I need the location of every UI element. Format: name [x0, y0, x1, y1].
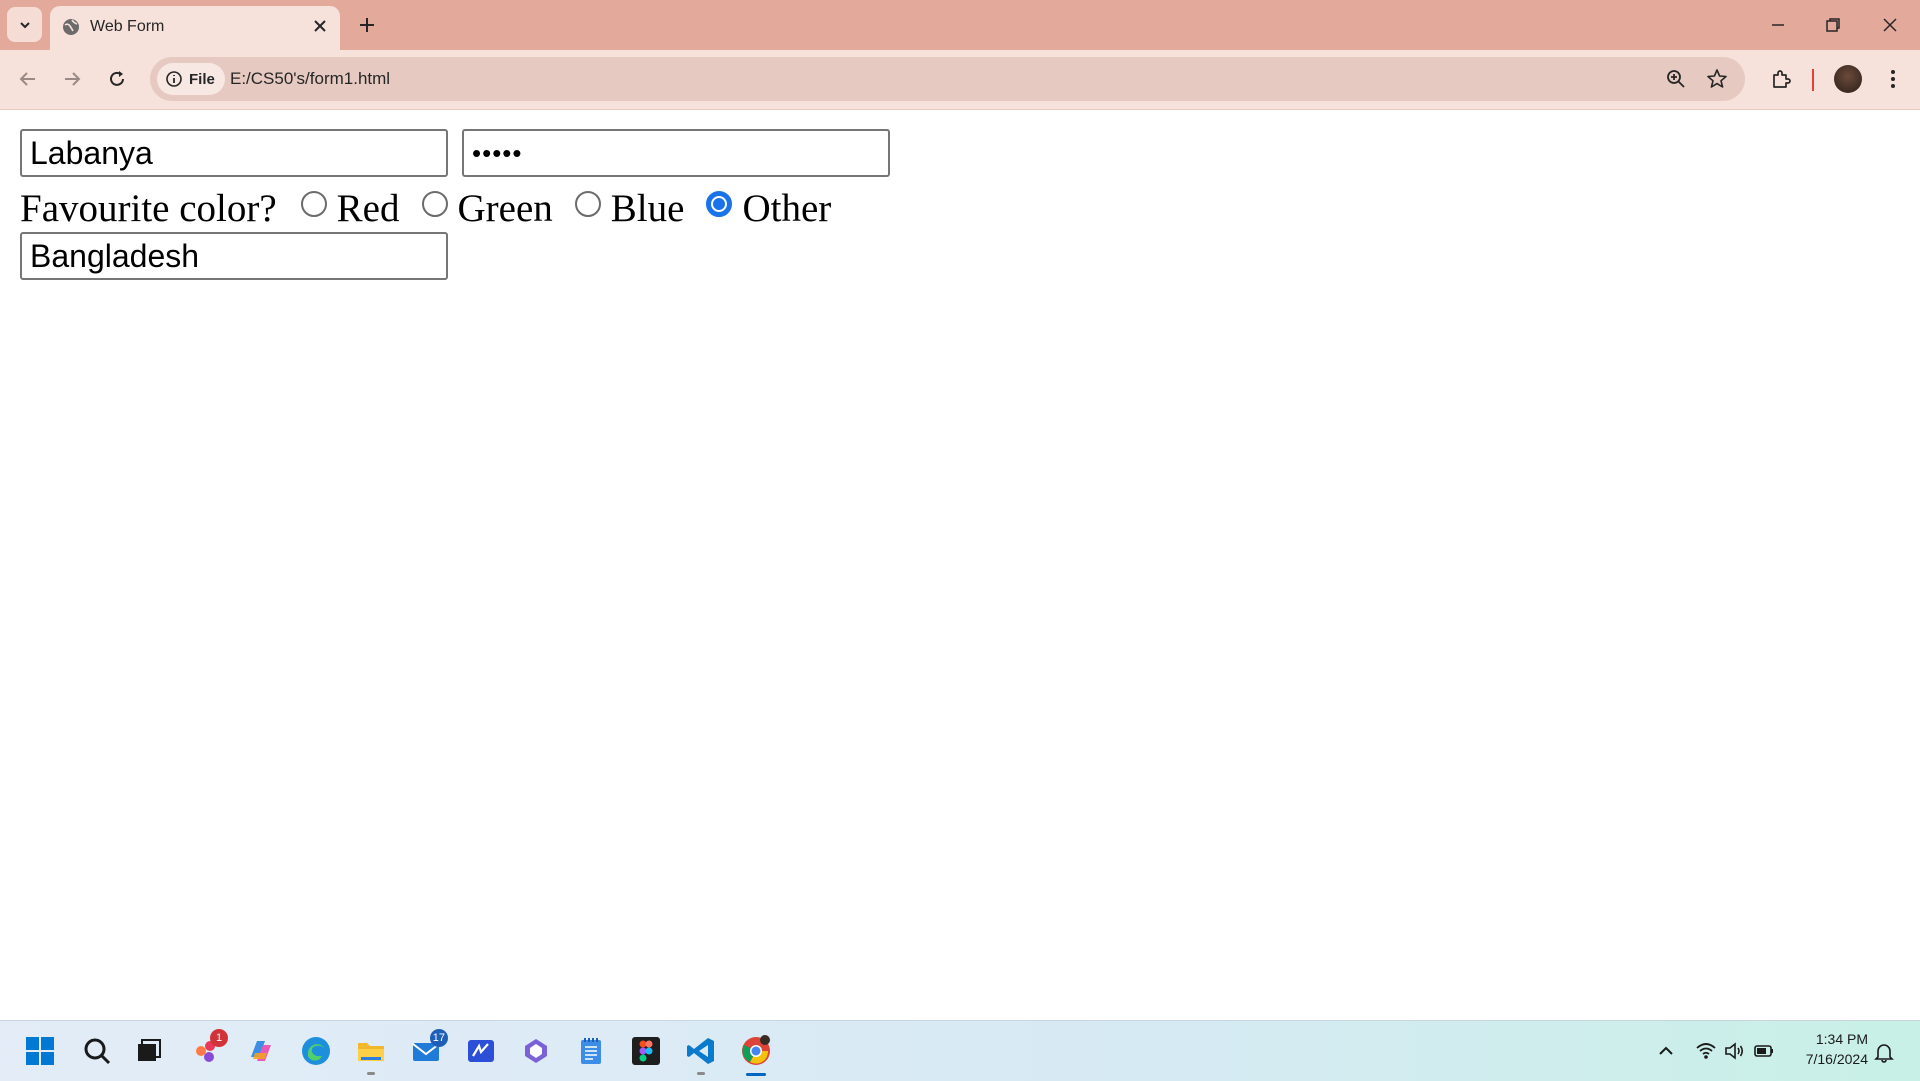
running-indicator: [697, 1072, 705, 1075]
back-arrow-icon[interactable]: [16, 67, 40, 91]
start-button[interactable]: [20, 1031, 60, 1071]
favourite-color-label: Favourite color?: [20, 186, 277, 230]
window-close-icon[interactable]: [1878, 13, 1902, 37]
clock-date: 7/16/2024: [1805, 1051, 1868, 1067]
site-chip-label: File: [189, 70, 215, 88]
zoom-icon[interactable]: [1665, 68, 1687, 90]
running-indicator: [367, 1072, 375, 1075]
close-icon[interactable]: [310, 16, 330, 36]
radio-blue-label: Blue: [610, 186, 685, 230]
wifi-icon[interactable]: [1695, 1040, 1717, 1062]
url-text[interactable]: E:/CS50's/form1.html: [230, 57, 390, 101]
radio-red-label: Red: [336, 186, 400, 230]
edge-browser-icon: [302, 1037, 330, 1065]
minimize-icon[interactable]: [1766, 13, 1790, 37]
chevron-down-icon: [19, 21, 30, 28]
radio-green-label: Green: [457, 186, 553, 230]
site-info-chip[interactable]: File: [157, 63, 225, 95]
battery-icon[interactable]: [1753, 1040, 1775, 1062]
radio-green[interactable]: [421, 191, 448, 217]
taskbar-app-vscode[interactable]: [681, 1031, 721, 1075]
tab-title: Web Form: [90, 18, 165, 35]
taskbar-app-file-explorer[interactable]: [351, 1031, 391, 1075]
whiteboard-icon: [468, 1040, 494, 1062]
notepad-icon: [581, 1038, 601, 1064]
taskbar-search-button[interactable]: [77, 1031, 117, 1071]
forward-arrow-icon[interactable]: [60, 67, 84, 91]
more-menu-icon[interactable]: [1881, 67, 1905, 91]
address-bar[interactable]: File E:/CS50's/form1.html: [150, 57, 1745, 101]
taskbar-app-edge[interactable]: [296, 1031, 336, 1071]
windows-logo-icon: [26, 1037, 54, 1065]
restore-icon[interactable]: [1821, 13, 1845, 37]
taskbar: 1 17 1:34 PM 7/16/2024: [0, 1020, 1920, 1081]
taskbar-app-copilot[interactable]: [241, 1031, 281, 1071]
browser-toolbar: File E:/CS50's/form1.html: [0, 50, 1920, 110]
teams-icon: [525, 1039, 547, 1063]
taskbar-app-teams[interactable]: [516, 1031, 556, 1071]
reload-icon[interactable]: [105, 67, 129, 91]
copilot-icon: [251, 1041, 271, 1061]
task-view-icon: [138, 1039, 161, 1061]
radio-red[interactable]: [300, 191, 327, 217]
country-input[interactable]: [20, 232, 448, 280]
search-icon: [84, 1038, 111, 1065]
task-view-button[interactable]: [129, 1031, 169, 1071]
name-input[interactable]: [20, 129, 448, 177]
profile-avatar[interactable]: [1834, 65, 1862, 93]
vscode-icon: [687, 1038, 714, 1064]
taskbar-app-notepad[interactable]: [571, 1031, 611, 1071]
taskbar-app-people[interactable]: 1: [186, 1029, 228, 1071]
folder-icon: [358, 1043, 384, 1061]
notification-badge: 1: [210, 1029, 228, 1047]
new-tab-plus-icon[interactable]: [355, 13, 379, 37]
taskbar-app-chrome[interactable]: [736, 1031, 776, 1076]
system-clock[interactable]: 1:34 PM 7/16/2024: [1788, 1029, 1868, 1069]
password-input[interactable]: [462, 129, 890, 177]
taskbar-app-mail[interactable]: 17: [406, 1029, 448, 1071]
taskbar-app-figma[interactable]: [626, 1031, 666, 1071]
clock-time: 1:34 PM: [1815, 1031, 1868, 1047]
tab-search-button[interactable]: [7, 7, 42, 42]
globe-icon: [63, 19, 79, 35]
taskbar-app-whiteboard[interactable]: [461, 1031, 501, 1071]
mail-badge: 17: [429, 1029, 448, 1047]
tab-strip: Web Form: [0, 0, 1920, 50]
extensions-puzzle-icon[interactable]: [1769, 67, 1793, 91]
chrome-icon: [742, 1035, 770, 1065]
bookmark-star-icon[interactable]: [1706, 68, 1728, 90]
web-form-page: Favourite color? Red Green Blue Other: [0, 110, 1920, 1020]
favourite-color-group: Favourite color? Red Green Blue Other: [20, 186, 853, 230]
active-indicator: [746, 1073, 766, 1076]
radio-other[interactable]: [706, 191, 733, 217]
toolbar-divider: [1812, 69, 1814, 91]
radio-other-label: Other: [742, 186, 832, 230]
notification-bell-icon[interactable]: [1873, 1041, 1895, 1063]
figma-icon: [632, 1037, 660, 1065]
volume-icon[interactable]: [1723, 1040, 1745, 1062]
radio-blue[interactable]: [574, 191, 601, 217]
chevron-up-icon[interactable]: [1655, 1040, 1677, 1062]
info-icon: [166, 71, 182, 87]
tab-web-form[interactable]: Web Form: [50, 6, 340, 50]
